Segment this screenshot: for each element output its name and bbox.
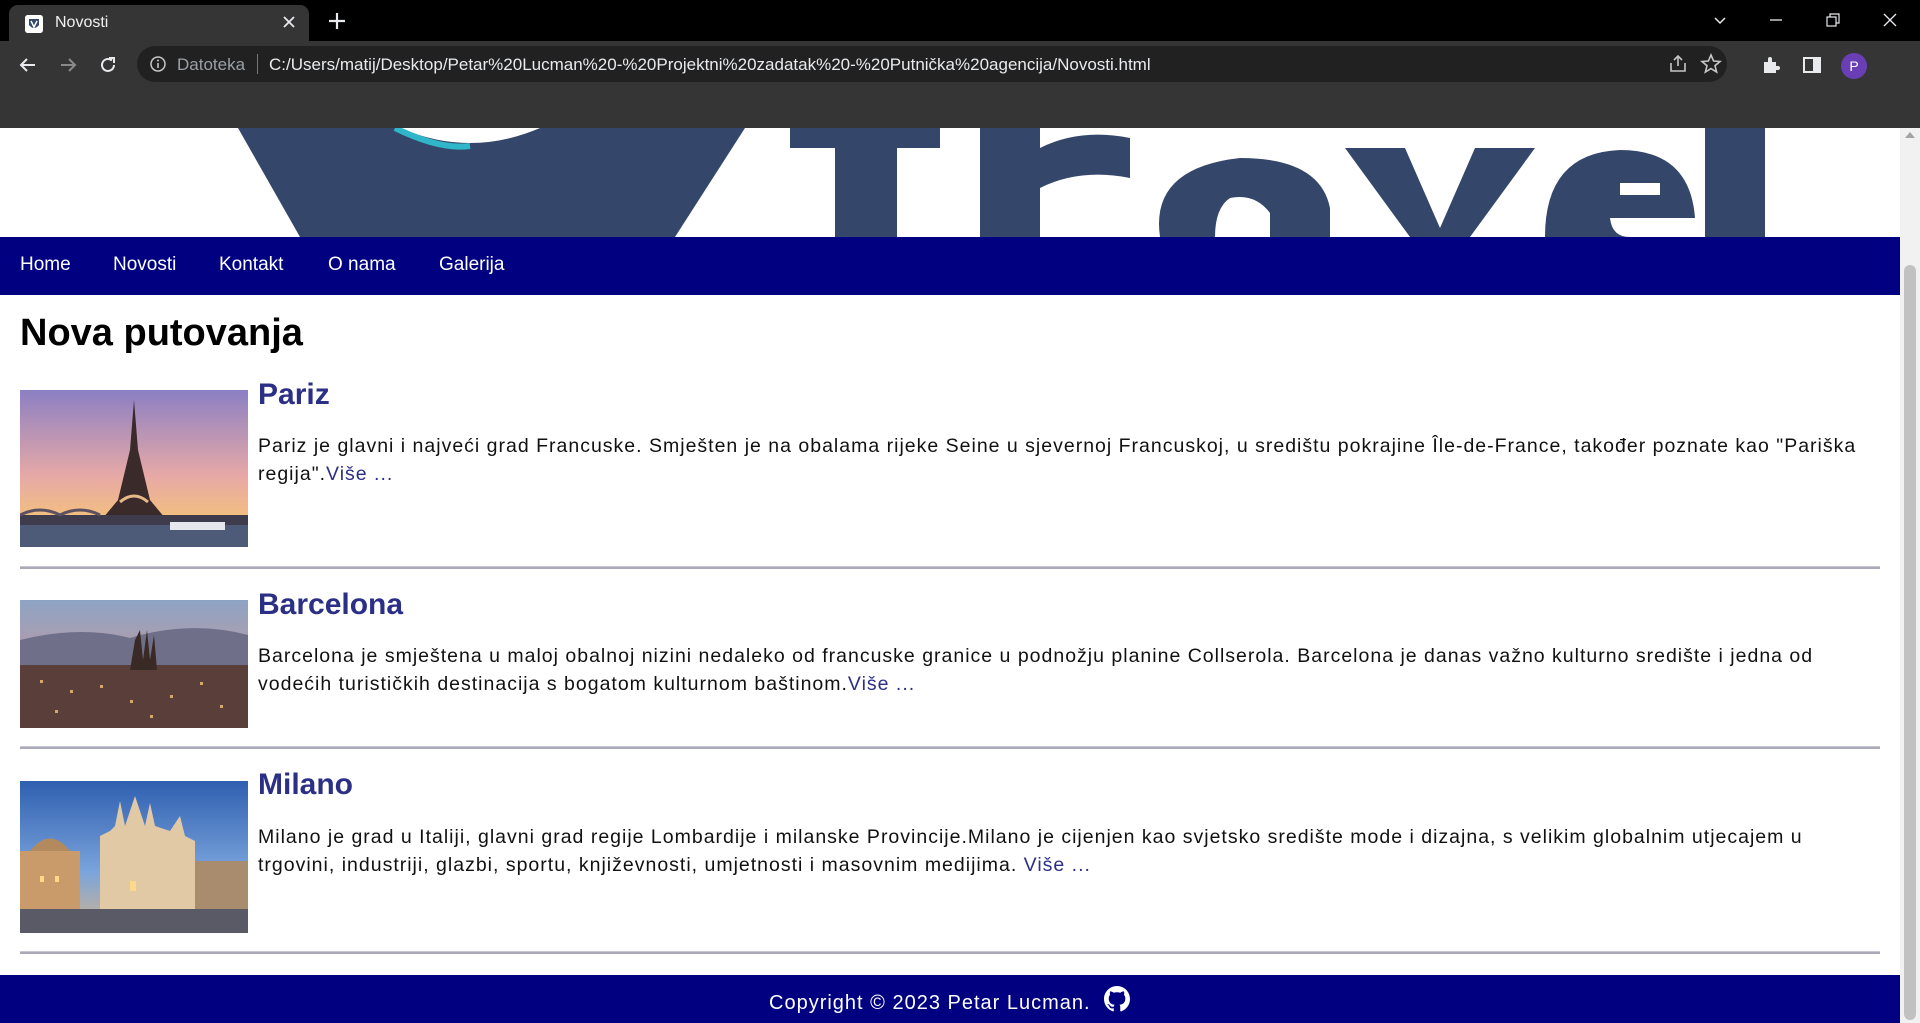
- article-text-pariz: Pariz je glavni i najveći grad Francuske…: [258, 435, 1857, 485]
- scrollbar-thumb[interactable]: [1904, 265, 1916, 1020]
- page-scrollbar[interactable]: [1900, 128, 1920, 1023]
- barcelona-image[interactable]: [20, 600, 248, 728]
- nav-o-nama-link[interactable]: O nama: [328, 254, 396, 276]
- minimize-icon[interactable]: [1759, 6, 1793, 34]
- chevron-down-icon[interactable]: [1703, 6, 1737, 34]
- nav-galerija-link[interactable]: Galerija: [439, 254, 504, 276]
- back-icon[interactable]: [13, 50, 43, 80]
- article-text-barcelona: Barcelona je smještena u maloj obalnoj n…: [258, 645, 1814, 695]
- close-window-icon[interactable]: [1873, 6, 1907, 34]
- more-link-barcelona[interactable]: Više ...: [848, 673, 915, 695]
- side-panel-icon[interactable]: [1800, 53, 1824, 77]
- github-icon[interactable]: [1104, 986, 1130, 1012]
- scroll-up-arrow[interactable]: [1905, 132, 1915, 138]
- page-title: Nova putovanja: [20, 312, 303, 354]
- article-divider: [20, 746, 1880, 749]
- nav-home-link[interactable]: Home: [20, 254, 71, 276]
- article-divider: [20, 566, 1880, 569]
- tab-title: Novosti: [55, 14, 109, 31]
- nav-kontakt-link[interactable]: Kontakt: [219, 254, 283, 276]
- url-text[interactable]: C:/Users/matij/Desktop/Petar%20Lucman%20…: [269, 55, 1151, 75]
- browser-toolbar: Datoteka C:/Users/matij/Desktop/Petar%20…: [0, 41, 1920, 89]
- browser-tab[interactable]: Novosti: [9, 5, 309, 41]
- avatar[interactable]: P: [1841, 53, 1867, 79]
- main-navbar: Home Novosti Kontakt O nama Galerija: [0, 237, 1900, 295]
- extensions-icon[interactable]: [1759, 53, 1783, 77]
- address-separator: [257, 54, 258, 74]
- reload-icon[interactable]: [93, 50, 123, 80]
- address-bar[interactable]: Datoteka C:/Users/matij/Desktop/Petar%20…: [137, 46, 1727, 82]
- share-icon[interactable]: [1667, 53, 1689, 75]
- forward-icon[interactable]: [53, 50, 83, 80]
- article-title-pariz[interactable]: Pariz: [258, 378, 330, 412]
- article-title-milano[interactable]: Milano: [258, 768, 353, 802]
- restore-icon[interactable]: [1816, 6, 1850, 34]
- more-link-milano[interactable]: Više ...: [1024, 854, 1091, 876]
- close-icon[interactable]: [279, 12, 299, 32]
- paris-image[interactable]: [20, 390, 248, 547]
- logo-banner: [0, 128, 1900, 237]
- favicon-icon: [25, 15, 43, 33]
- nav-novosti-link[interactable]: Novosti: [113, 254, 176, 276]
- bookmark-bar: [0, 89, 1920, 128]
- more-link-pariz[interactable]: Više ...: [326, 463, 393, 485]
- tab-strip: Novosti: [0, 0, 1920, 41]
- copyright-text: Copyright © 2023 Petar Lucman.: [769, 992, 1091, 1014]
- plus-icon[interactable]: [325, 9, 349, 33]
- page-viewport: Home Novosti Kontakt O nama Galerija Nov…: [0, 128, 1900, 1023]
- info-icon[interactable]: [149, 55, 167, 73]
- article-divider: [20, 951, 1880, 954]
- article-title-barcelona[interactable]: Barcelona: [258, 588, 403, 622]
- star-icon[interactable]: [1699, 52, 1723, 76]
- article-text-milano: Milano je grad u Italiji, glavni grad re…: [258, 826, 1803, 876]
- milano-image[interactable]: [20, 781, 248, 933]
- page-footer: Copyright © 2023 Petar Lucman.: [0, 975, 1900, 1023]
- scheme-label: Datoteka: [177, 55, 246, 74]
- travel-logo-image: [238, 128, 1765, 237]
